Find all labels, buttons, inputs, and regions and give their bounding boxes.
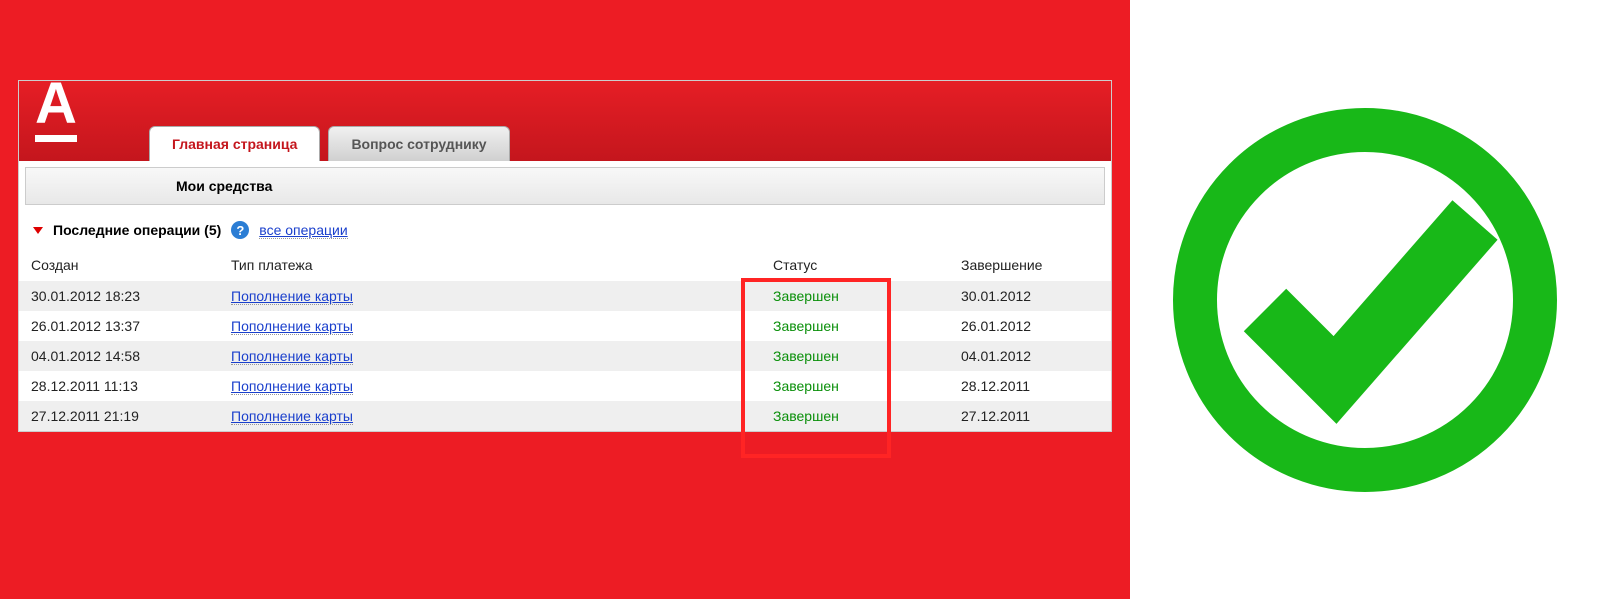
cell-created: 27.12.2011 21:19 xyxy=(19,401,219,431)
cell-completion: 04.01.2012 xyxy=(949,341,1111,371)
help-icon[interactable]: ? xyxy=(231,221,249,239)
recent-operations-title: Последние операции (5) xyxy=(53,222,221,238)
payment-type-link[interactable]: Пополнение карты xyxy=(231,378,353,395)
collapse-caret-icon[interactable] xyxy=(33,227,43,234)
column-header-completion: Завершение xyxy=(949,249,1111,281)
status-badge: Завершен xyxy=(773,318,839,334)
cell-type: Пополнение карты xyxy=(219,371,739,401)
column-header-status: Статус xyxy=(739,249,949,281)
cell-created: 04.01.2012 14:58 xyxy=(19,341,219,371)
cell-type: Пополнение карты xyxy=(219,341,739,371)
table-row: 28.12.2011 11:13 Пополнение карты Заверш… xyxy=(19,371,1111,401)
banking-header: A Главная страница Вопрос сотруднику xyxy=(19,81,1111,161)
cell-status: Завершен xyxy=(739,311,949,341)
payment-type-link[interactable]: Пополнение карты xyxy=(231,348,353,365)
banking-panel: A Главная страница Вопрос сотруднику Мои… xyxy=(18,80,1112,432)
cell-status: Завершен xyxy=(739,401,949,431)
status-badge: Завершен xyxy=(773,408,839,424)
cell-completion: 30.01.2012 xyxy=(949,281,1111,311)
tab-bar: Главная страница Вопрос сотруднику xyxy=(149,126,510,161)
tab-main-page[interactable]: Главная страница xyxy=(149,126,320,161)
cell-type: Пополнение карты xyxy=(219,281,739,311)
payment-type-link[interactable]: Пополнение карты xyxy=(231,408,353,425)
status-badge: Завершен xyxy=(773,378,839,394)
table-row: 27.12.2011 21:19 Пополнение карты Заверш… xyxy=(19,401,1111,431)
cell-created: 26.01.2012 13:37 xyxy=(19,311,219,341)
cell-created: 30.01.2012 18:23 xyxy=(19,281,219,311)
payment-type-link[interactable]: Пополнение карты xyxy=(231,318,353,335)
cell-completion: 27.12.2011 xyxy=(949,401,1111,431)
cell-created: 28.12.2011 11:13 xyxy=(19,371,219,401)
payment-type-link[interactable]: Пополнение карты xyxy=(231,288,353,305)
recent-operations-header: Последние операции (5) ? все операции xyxy=(19,211,1111,249)
cell-status: Завершен xyxy=(739,341,949,371)
right-panel xyxy=(1130,0,1600,599)
my-assets-header[interactable]: Мои средства xyxy=(25,167,1105,205)
table-row: 30.01.2012 18:23 Пополнение карты Заверш… xyxy=(19,281,1111,311)
all-operations-link[interactable]: все операции xyxy=(259,222,347,239)
table-header-row: Создан Тип платежа Статус Завершение xyxy=(19,249,1111,281)
operations-table: Создан Тип платежа Статус Завершение 30.… xyxy=(19,249,1111,431)
column-header-type: Тип платежа xyxy=(219,249,739,281)
bank-logo: A xyxy=(35,75,77,142)
cell-completion: 26.01.2012 xyxy=(949,311,1111,341)
table-row: 04.01.2012 14:58 Пополнение карты Заверш… xyxy=(19,341,1111,371)
checkmark-icon xyxy=(1165,100,1565,500)
column-header-created: Создан xyxy=(19,249,219,281)
cell-type: Пополнение карты xyxy=(219,401,739,431)
cell-type: Пополнение карты xyxy=(219,311,739,341)
status-badge: Завершен xyxy=(773,288,839,304)
tab-ask-employee[interactable]: Вопрос сотруднику xyxy=(328,126,509,161)
cell-status: Завершен xyxy=(739,281,949,311)
cell-completion: 28.12.2011 xyxy=(949,371,1111,401)
left-panel: A Главная страница Вопрос сотруднику Мои… xyxy=(0,0,1130,599)
table-row: 26.01.2012 13:37 Пополнение карты Заверш… xyxy=(19,311,1111,341)
status-badge: Завершен xyxy=(773,348,839,364)
cell-status: Завершен xyxy=(739,371,949,401)
